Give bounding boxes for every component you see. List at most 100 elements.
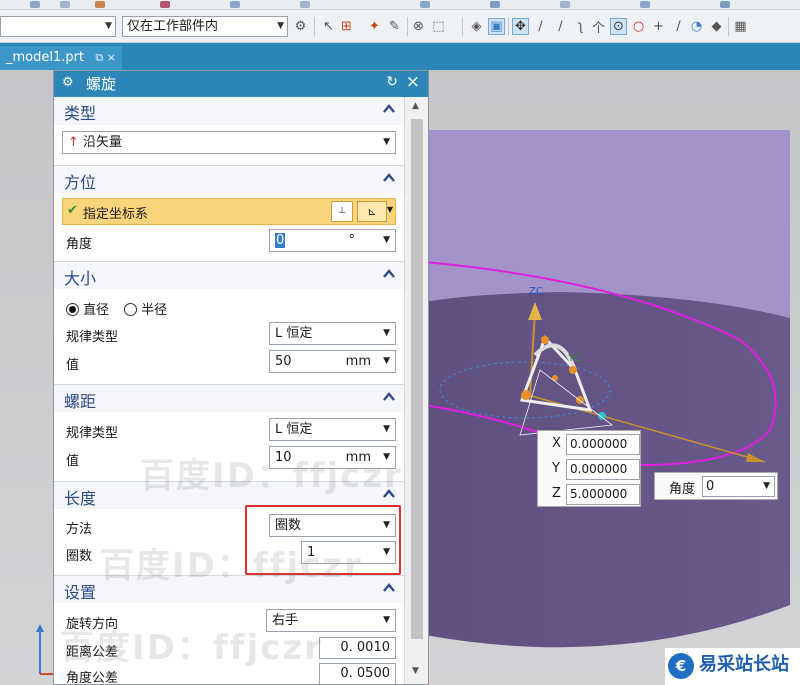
quadrant-icon[interactable]: ○ xyxy=(630,18,647,35)
close-icon[interactable]: × xyxy=(406,72,420,92)
selection-toolbar: ▼ 仅在工作部件内 ▼ ⚙ ↖ ⊞ ✦ ✎ ⊗ ⬚ ◈ ▣ ✥ ∕ ∕ ʅ 个 … xyxy=(0,10,800,43)
dialog-title: 螺旋 xyxy=(86,75,117,93)
vector-arrow-icon: ↑ xyxy=(68,135,79,150)
toolbar-icon[interactable] xyxy=(560,1,570,8)
end-point-icon[interactable]: ✥ xyxy=(512,18,529,35)
y-coordinate-input[interactable]: 0.000000 xyxy=(566,459,640,480)
value-label: 值 xyxy=(66,358,80,373)
pin-icon[interactable]: ⧉ xyxy=(95,51,103,64)
angle-label: 角度 xyxy=(669,482,696,497)
reset-icon[interactable]: ↻ xyxy=(386,74,398,90)
cube-icon[interactable]: ▣ xyxy=(488,18,505,35)
toolbar-icon[interactable] xyxy=(720,1,730,8)
toolbar-icon[interactable] xyxy=(30,1,40,8)
angle-label: 角度 xyxy=(66,237,93,252)
angle-input[interactable]: 0 ° ▼ xyxy=(269,229,396,252)
toolbar-icon[interactable] xyxy=(95,1,105,8)
angle-tolerance-input[interactable]: 0. 0500 xyxy=(319,663,396,684)
existing-point-icon[interactable]: + xyxy=(650,18,667,35)
tab-model1-prt[interactable]: _model1.prt ⧉ × xyxy=(0,46,122,70)
toolbar-icon[interactable] xyxy=(640,1,650,8)
toolbar-icon[interactable] xyxy=(420,1,430,8)
deselect-icon[interactable]: ✎ xyxy=(386,18,403,35)
gear-icon[interactable]: ⚙ xyxy=(62,75,74,90)
size-law-value: 恒定 xyxy=(286,326,313,341)
toolbar-icon[interactable] xyxy=(300,1,310,8)
dialog-title-bar[interactable]: ⚙ 螺旋 ↻ × xyxy=(54,71,428,97)
yc-axis-label: YC xyxy=(568,353,581,364)
section-title: 大小 xyxy=(64,269,97,288)
pitch-law-dropdown[interactable]: ᒪ 恒定 ▼ xyxy=(269,418,396,441)
point-on-face-icon[interactable]: ◔ xyxy=(688,18,705,35)
toolbar-icon[interactable] xyxy=(160,1,170,8)
close-icon[interactable]: × xyxy=(107,51,116,64)
section-header-type[interactable]: 类型 xyxy=(54,97,404,125)
toolbar-icon[interactable] xyxy=(490,1,500,8)
scroll-up-icon[interactable]: ▲ xyxy=(412,101,419,111)
intersection-icon[interactable]: 个 xyxy=(590,18,607,36)
section-header-pitch[interactable]: 螺距 xyxy=(54,384,404,412)
angle-tolerance-label: 角度公差 xyxy=(66,671,119,685)
filter-icon[interactable]: ⚙ xyxy=(292,18,309,35)
size-unit: mm xyxy=(345,354,371,369)
angle-row: 角度 0 ° ▼ xyxy=(54,228,404,254)
angle-dropdown[interactable]: 0 ▼ xyxy=(702,476,775,497)
lasso-icon[interactable]: ⊗ xyxy=(410,18,427,35)
distance-tolerance-input[interactable]: 0. 0010 xyxy=(319,637,396,659)
toolbar-separator xyxy=(314,17,315,36)
x-coordinate-input[interactable]: 0.000000 xyxy=(566,434,640,455)
csys-dialog-icon[interactable]: ⊥ xyxy=(331,201,353,222)
line-icon[interactable]: ∕ xyxy=(532,18,549,35)
chevron-down-icon: ▼ xyxy=(383,137,390,147)
value-label: 值 xyxy=(66,454,80,469)
watermark: 百度ID：ffjczr xyxy=(140,456,403,496)
bounded-grid-icon[interactable]: ◆ xyxy=(708,18,725,35)
select-icon[interactable]: ↖ xyxy=(320,18,337,35)
csys-type-icon[interactable]: ⊾ xyxy=(357,201,387,222)
method-label: 方法 xyxy=(66,522,93,537)
snap-icon[interactable]: ✦ xyxy=(366,18,383,35)
chevron-down-icon[interactable]: ▼ xyxy=(387,205,393,214)
toolbar-separator xyxy=(407,17,408,36)
toolbar-separator xyxy=(462,17,463,36)
point-on-curve-icon[interactable]: ∕ xyxy=(670,18,687,35)
size-law-dropdown[interactable]: ᒪ 恒定 ▼ xyxy=(269,322,396,345)
helix-start-point xyxy=(598,412,606,420)
grid-icon[interactable]: ▦ xyxy=(732,18,749,35)
diameter-radio[interactable]: 直径 xyxy=(66,299,109,318)
rectangle-select-icon[interactable]: ⬚ xyxy=(430,18,447,35)
toolbar-icon[interactable] xyxy=(230,1,240,8)
z-label: Z xyxy=(552,486,561,501)
toolbar-separator xyxy=(508,17,509,36)
pitch-law-value: 恒定 xyxy=(286,422,313,437)
type-filter-dropdown[interactable]: ▼ xyxy=(0,16,116,37)
curve-icon[interactable]: ʅ xyxy=(572,18,589,35)
mid-point-icon[interactable]: ∕ xyxy=(552,18,569,35)
pitch-law-row: 规律类型 ᒪ 恒定 ▼ xyxy=(54,417,404,443)
angle-value: 0 xyxy=(275,233,286,248)
y-label: Y xyxy=(552,461,560,476)
shaded-icon[interactable]: ◈ xyxy=(468,18,485,35)
dialog-scrollbar[interactable]: ▲ ▼ xyxy=(404,97,428,684)
specify-csys-row[interactable]: ✔ 指定坐标系 ⊥ ⊾ ▼ xyxy=(62,198,396,225)
type-dropdown[interactable]: ↑ 沿矢量 ▼ xyxy=(62,131,396,154)
center-point-icon[interactable]: ⊙ xyxy=(610,18,627,35)
csys-handle xyxy=(541,336,549,344)
z-coordinate-input[interactable]: 5.000000 xyxy=(566,484,640,505)
csys-handle xyxy=(569,366,577,374)
scrollbar-thumb[interactable] xyxy=(411,119,423,639)
section-header-orientation[interactable]: 方位 xyxy=(54,165,404,193)
selection-scope-dropdown[interactable]: 仅在工作部件内 ▼ xyxy=(122,16,288,37)
scroll-down-icon[interactable]: ▼ xyxy=(412,666,419,676)
toolbar-icon[interactable] xyxy=(60,1,70,8)
angle-unit: ° xyxy=(348,233,356,248)
cylinder-top-face xyxy=(425,130,790,318)
size-value-input[interactable]: 50 mm ▼ xyxy=(269,350,396,373)
radius-radio[interactable]: 半径 xyxy=(124,299,167,318)
section-header-size[interactable]: 大小 xyxy=(54,261,404,289)
chevron-up-icon xyxy=(383,173,395,182)
size-value: 50 xyxy=(275,354,292,369)
size-mode-row: 直径 半径 xyxy=(54,294,404,320)
add-select-icon[interactable]: ⊞ xyxy=(338,18,355,35)
section-title: 长度 xyxy=(64,489,97,508)
